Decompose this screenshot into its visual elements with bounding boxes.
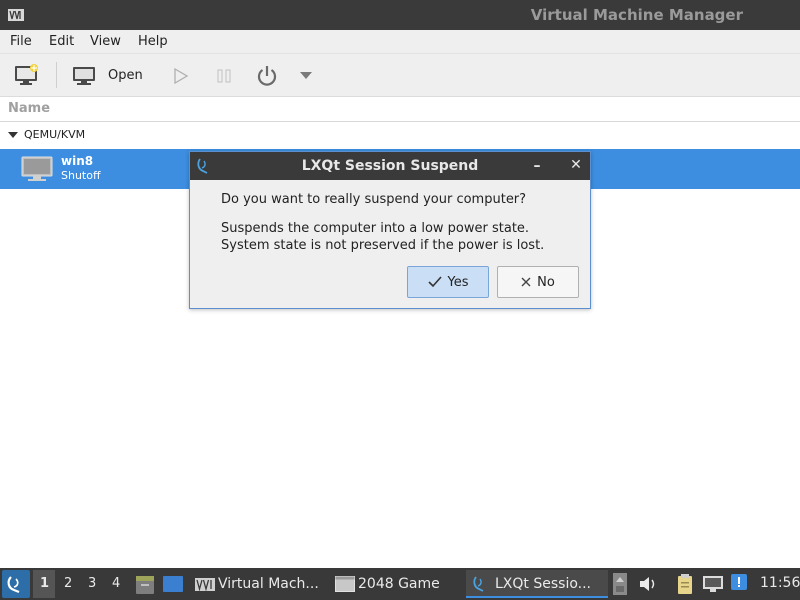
- menu-help[interactable]: Help: [138, 34, 168, 49]
- no-button-label: No: [537, 274, 555, 290]
- virt-manager-app-icon: [8, 9, 24, 21]
- menu-file[interactable]: File: [10, 34, 32, 49]
- task-virt-manager-label: Virtual Mach...: [218, 576, 319, 592]
- window-task-icon: [335, 576, 355, 592]
- expander-arrow-icon[interactable]: [8, 132, 18, 138]
- desktop-3[interactable]: 3: [88, 576, 96, 591]
- network-icon[interactable]: [702, 574, 724, 598]
- task-2048[interactable]: 2048 Game: [330, 570, 466, 598]
- dialog-titlebar: LXQt Session Suspend – ✕: [190, 152, 590, 180]
- power-icon[interactable]: [255, 64, 279, 92]
- dialog-description-line2: System state is not preserved if the pow…: [221, 238, 545, 253]
- new-vm-icon: [15, 64, 38, 85]
- column-header-name[interactable]: Name: [8, 101, 50, 116]
- vm-monitor-icon: [21, 156, 53, 186]
- dialog-question: Do you want to really suspend your compu…: [221, 192, 527, 207]
- update-notifier-icon[interactable]: [730, 573, 748, 595]
- connection-row[interactable]: QEMU/KVM: [0, 123, 800, 147]
- yes-button-label: Yes: [447, 274, 469, 290]
- clipboard-icon[interactable]: [676, 573, 694, 599]
- menu-edit[interactable]: Edit: [49, 34, 74, 49]
- task-2048-label: 2048 Game: [358, 576, 440, 592]
- new-vm-button[interactable]: [14, 64, 40, 90]
- desktop-1[interactable]: 1: [40, 576, 49, 591]
- no-button[interactable]: No: [497, 266, 579, 298]
- lxqt-task-icon: [473, 576, 484, 592]
- vm-state: Shutoff: [61, 169, 101, 182]
- dialog-description-line1: Suspends the computer into a low power s…: [221, 221, 530, 236]
- pause-icon[interactable]: [216, 68, 232, 88]
- task-scroll-icon[interactable]: [613, 573, 627, 595]
- desktop-2[interactable]: 2: [64, 576, 72, 591]
- close-icon[interactable]: ✕: [570, 157, 582, 173]
- run-icon[interactable]: [173, 67, 189, 88]
- menu-bar: File Edit View Help: [0, 30, 800, 54]
- clock[interactable]: 11:56: [760, 575, 800, 591]
- yes-button[interactable]: Yes: [407, 266, 489, 298]
- dialog-title: LXQt Session Suspend: [301, 158, 479, 174]
- menu-view[interactable]: View: [90, 34, 121, 49]
- column-header: Name: [0, 97, 800, 122]
- suspend-dialog: LXQt Session Suspend – ✕ Do you want to …: [189, 151, 591, 309]
- taskbar: 1 2 3 4 Virtual Mach... 2048 Game LXQt S…: [0, 568, 800, 600]
- shutdown-dropdown-chevron-down-icon[interactable]: [300, 72, 312, 79]
- open-button[interactable]: Open: [108, 68, 143, 83]
- vm-name: win8: [61, 154, 94, 168]
- toolbar-separator: [56, 62, 57, 88]
- show-desktop-icon[interactable]: [162, 574, 184, 598]
- x-icon: [521, 277, 531, 287]
- lxqt-start-icon: [7, 576, 20, 594]
- connection-label: QEMU/KVM: [24, 128, 86, 141]
- volume-icon[interactable]: [638, 575, 658, 597]
- virt-manager-task-icon: [195, 578, 215, 591]
- desktop-4[interactable]: 4: [112, 576, 120, 591]
- minimize-icon[interactable]: –: [531, 158, 543, 174]
- window-title: Virtual Machine Manager: [530, 6, 743, 24]
- file-manager-icon[interactable]: [135, 573, 155, 599]
- task-lxqt-session[interactable]: LXQt Sessio...: [466, 570, 608, 598]
- start-menu-button[interactable]: [2, 570, 30, 598]
- toolbar: Open: [0, 54, 800, 97]
- open-vm-icon[interactable]: [72, 66, 96, 90]
- window-titlebar: Virtual Machine Manager: [0, 0, 800, 30]
- checkmark-icon: [427, 276, 442, 288]
- task-lxqt-session-label: LXQt Sessio...: [495, 576, 591, 592]
- task-virt-manager[interactable]: Virtual Mach...: [190, 570, 328, 598]
